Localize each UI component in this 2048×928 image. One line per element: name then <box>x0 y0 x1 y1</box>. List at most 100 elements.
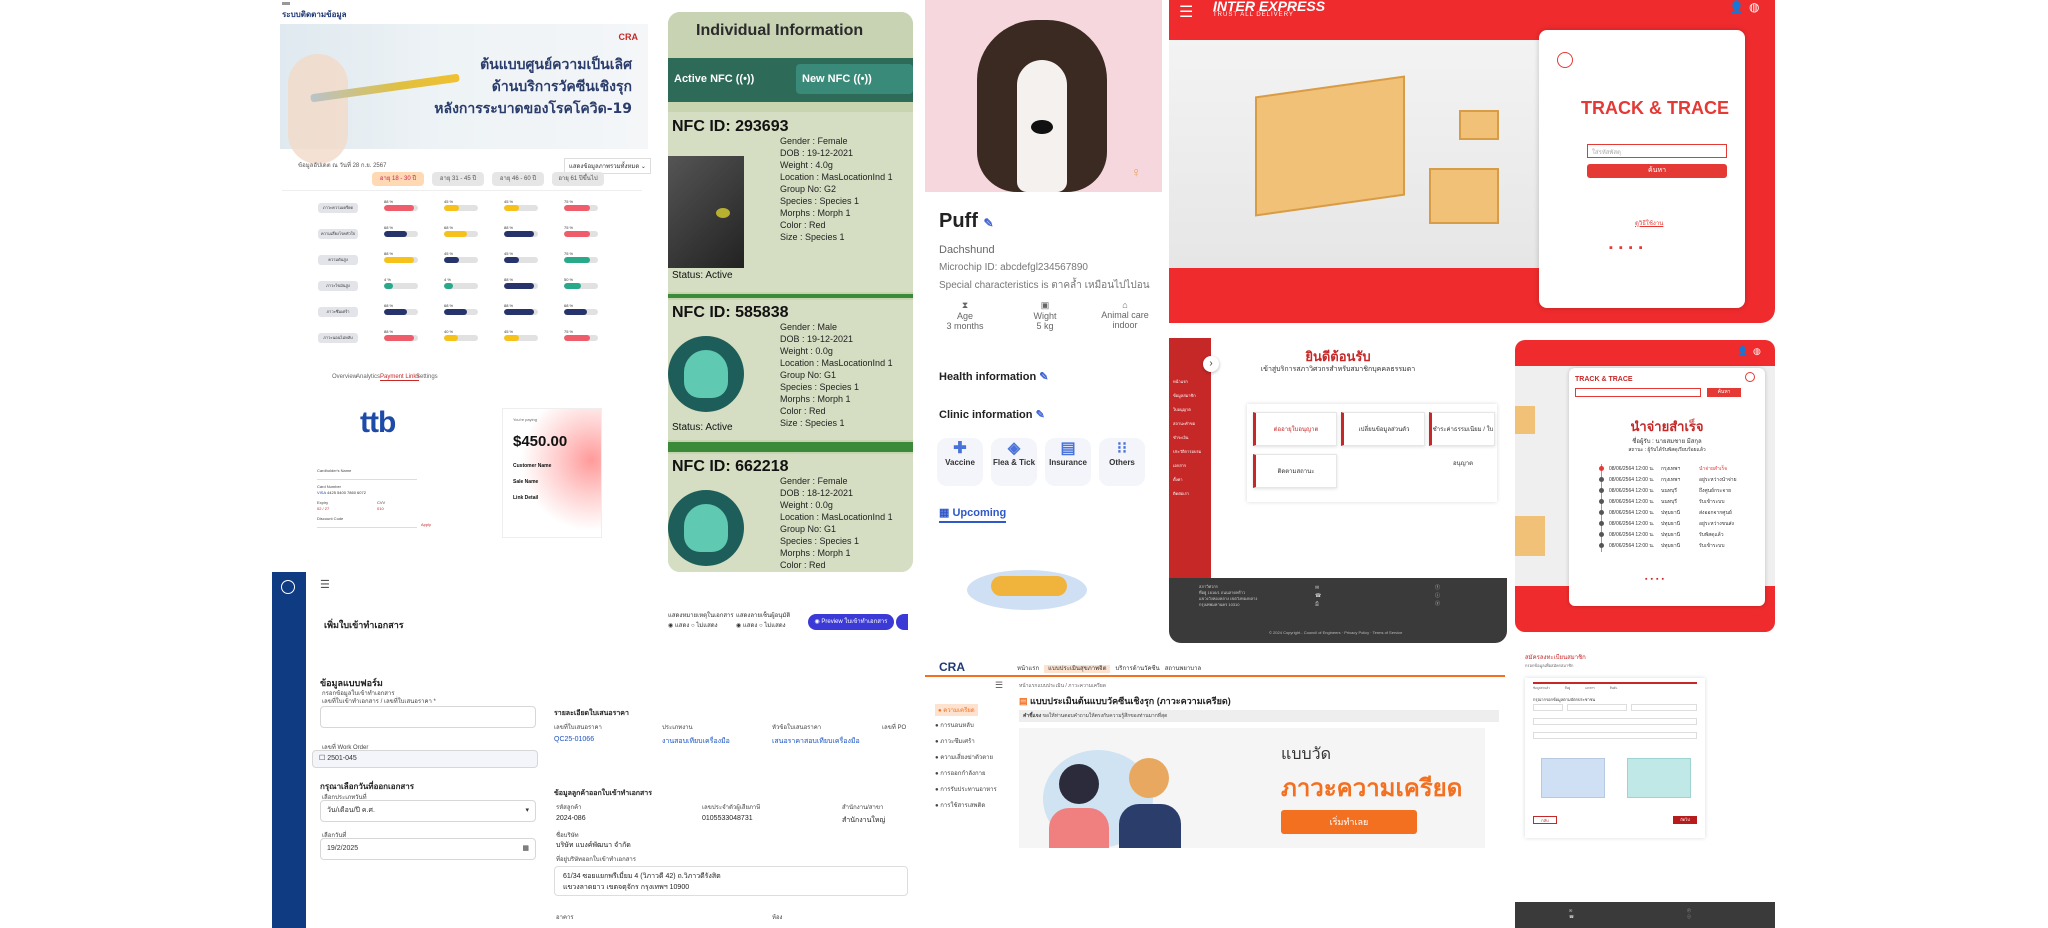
user-icon[interactable]: 👤 <box>1737 346 1748 357</box>
nav-item[interactable]: สถานพยาบาล <box>1165 666 1201 672</box>
sidebar-item[interactable]: ● การรับประทานอาหาร <box>935 784 997 794</box>
job-type-link[interactable]: งานสอบเทียบเครื่องมือ <box>662 736 730 747</box>
menu-icon[interactable]: ☰ <box>1179 2 1193 22</box>
globe-icon[interactable]: ◍ <box>1753 346 1761 357</box>
discount-input[interactable] <box>317 522 417 528</box>
sidebar-item[interactable]: ข้อมูลสมาชิก <box>1173 392 1196 399</box>
tab-overview[interactable]: Overview <box>332 374 357 380</box>
tab-upcoming[interactable]: ▦ Upcoming <box>939 506 1007 523</box>
sidebar-item[interactable]: ตั้งค่า <box>1173 476 1182 483</box>
calendar-icon[interactable]: ▦ <box>522 839 529 859</box>
sidebar-item[interactable]: เอกสาร <box>1173 462 1186 469</box>
health-info-link[interactable]: Health information ✎ <box>939 370 1048 383</box>
next-button[interactable]: ถัดไป <box>1673 816 1697 824</box>
tab-settings[interactable]: Settings <box>416 374 438 380</box>
footer-social-icons[interactable]: ⓕ ⓘ <box>1687 908 1691 920</box>
menu-card-renew[interactable]: ต่ออายุใบอนุญาต <box>1253 412 1337 446</box>
radio-hide[interactable]: ○ <box>691 623 695 629</box>
date-input[interactable]: 19/2/2025 ▦ <box>320 838 536 860</box>
active-nfc-button[interactable]: Active NFC ((•)) <box>668 64 780 94</box>
first-name-input[interactable] <box>1567 704 1627 711</box>
search-button[interactable]: ค้นหา <box>1587 164 1727 178</box>
address-box[interactable]: 61/34 ซอยแยกพรีเมี่ยม 4 (วิภาวดี 42) ถ.ว… <box>554 866 908 896</box>
cvv-input[interactable]: 010 <box>377 506 384 511</box>
card-number[interactable]: VISA 4425 5400 7860 6072 <box>317 490 366 495</box>
id-card-front[interactable] <box>1541 758 1605 798</box>
sidebar-item[interactable]: ● ความเครียด <box>935 704 978 716</box>
sidebar-item[interactable]: ใบอนุญาต <box>1173 406 1191 413</box>
last-name-input[interactable] <box>1631 704 1697 711</box>
checkbox-icon[interactable]: ☐ <box>319 755 325 762</box>
sidebar-item[interactable]: ● การออกกำลังกาย <box>935 768 986 778</box>
hero-banner: CRA ต้นแบบศูนย์ความเป็นเลิศ ด้านบริการวั… <box>280 24 648 164</box>
tab-payment-links[interactable]: Payment Links <box>380 374 420 381</box>
globe-icon[interactable]: ◍ <box>1749 0 1759 14</box>
nav-item[interactable]: บริการด้านวัคซีน <box>1116 666 1160 672</box>
radio-hide[interactable]: ○ <box>759 623 763 629</box>
breadcrumb-item[interactable]: หน้าแรกแบบประเมิน <box>1019 683 1064 689</box>
tracking-input[interactable] <box>1575 388 1701 397</box>
menu-card-status[interactable]: ติดตามสถานะ <box>1253 454 1337 488</box>
sidebar-item[interactable]: หน้าแรก <box>1173 378 1188 385</box>
work-order-dropdown[interactable]: ☐ 2501-045 <box>312 750 538 768</box>
user-icon[interactable]: 👤 <box>1729 0 1744 14</box>
sidebar-item[interactable]: ● การใช้สารเสพติด <box>935 800 985 810</box>
service-insurance[interactable]: ▤ Insurance <box>1045 438 1091 486</box>
new-nfc-button[interactable]: New NFC ((•)) <box>796 64 913 94</box>
sidebar-item[interactable]: ประวัติการอบรม <box>1173 448 1201 455</box>
apply-button[interactable]: Apply <box>421 522 431 527</box>
nfc-card-3[interactable]: NFC ID: 662218 Gender : Female DOB : 18-1… <box>668 454 913 572</box>
social-icons[interactable]: ▪▪▪▪ <box>1609 242 1649 254</box>
help-link[interactable]: ดูวิธีใช้งาน <box>1635 218 1663 228</box>
terms-link[interactable]: Terms of Service <box>1373 630 1403 635</box>
id-card-back[interactable] <box>1627 758 1691 798</box>
sidebar-item[interactable]: สถานะคำขอ <box>1173 420 1195 427</box>
doc-number-input[interactable] <box>320 706 536 728</box>
privacy-link[interactable]: Privacy Policy <box>1344 630 1369 635</box>
menu-card-profile[interactable]: เปลี่ยนข้อมูลส่วนตัว <box>1341 412 1425 446</box>
clinic-info-link[interactable]: Clinic information ✎ <box>939 408 1045 421</box>
title-select[interactable] <box>1533 704 1563 711</box>
sidebar-item[interactable]: ● ภาวะซึมเศร้า <box>935 736 975 746</box>
nfc-card-1[interactable]: NFC ID: 293693 Status: Active Gender : F… <box>668 112 913 292</box>
nav-item-active[interactable]: แบบประเมินสุขภาพจิต <box>1044 665 1111 673</box>
service-flea-tick[interactable]: ◈ Flea & Tick <box>991 438 1037 486</box>
date-type-select[interactable]: วัน/เดือน/ปี ค.ศ. ▾ <box>320 800 536 822</box>
tab-age-1[interactable]: อายุ 18 - 30 ปี <box>372 172 424 186</box>
quote-number-link[interactable]: QC25-01066 <box>554 736 594 743</box>
menu-icon[interactable]: ☰ <box>320 578 330 591</box>
social-icons[interactable]: ▪▪▪▪ <box>1645 576 1667 583</box>
tracking-input[interactable]: ใส่รหัสพัสดุ <box>1587 144 1727 158</box>
nav-item[interactable]: หน้าแรก <box>1017 666 1039 672</box>
sale-label: Sale Name <box>513 479 539 485</box>
preview-button[interactable]: ◉ Preview ใบเข้าทำเอกสาร <box>808 614 894 630</box>
search-button[interactable]: ค้นหา <box>1707 388 1741 397</box>
id-input[interactable] <box>1533 718 1697 725</box>
tab-age-2[interactable]: อายุ 31 - 45 ปี <box>432 172 484 186</box>
sidebar-item[interactable]: ติดต่อเรา <box>1173 490 1189 497</box>
sidebar-item[interactable]: ชำระเงิน <box>1173 434 1188 441</box>
next-button[interactable] <box>896 614 908 630</box>
sidebar-item[interactable]: ● ความเสี่ยงฆ่าตัวตาย <box>935 752 993 762</box>
sidebar-item[interactable]: ● การนอนหลับ <box>935 720 974 730</box>
back-button[interactable]: กลับ <box>1533 816 1557 824</box>
name-input[interactable] <box>317 474 417 480</box>
tab-analytics[interactable]: Analytics <box>356 374 380 380</box>
tab-age-3[interactable]: อายุ 46 - 60 ปี <box>492 172 544 186</box>
menu-icon[interactable]: ☰ <box>995 680 1003 691</box>
progress-bar <box>384 335 418 341</box>
nfc-card-2[interactable]: NFC ID: 585838 Status: Active Gender : M… <box>668 300 913 440</box>
quote-topic-link[interactable]: เสนอราคาสอบเทียบเครื่องมือ <box>772 736 868 747</box>
service-vaccine[interactable]: ✚ Vaccine <box>937 438 983 486</box>
start-button[interactable]: เริ่มทำเลย <box>1281 810 1417 834</box>
field-label: Expiry <box>317 500 329 505</box>
footer-social-icons[interactable]: ⓕ ⓘ ⓨ <box>1435 584 1440 608</box>
tab-age-4[interactable]: อายุ 61 ปีขึ้นไป <box>552 172 604 186</box>
menu-card-payment[interactable]: ชำระค่าธรรมเนียม / ใบอนุญาต <box>1429 412 1495 467</box>
edit-icon[interactable]: ✎ <box>983 216 993 230</box>
radio-show[interactable]: ◉ <box>668 623 673 629</box>
birthdate-input[interactable] <box>1533 732 1697 739</box>
service-others[interactable]: ⁝⁝ Others <box>1099 438 1145 486</box>
expiry-input[interactable]: 02 / 27 <box>317 506 329 511</box>
radio-show[interactable]: ◉ <box>736 623 741 629</box>
